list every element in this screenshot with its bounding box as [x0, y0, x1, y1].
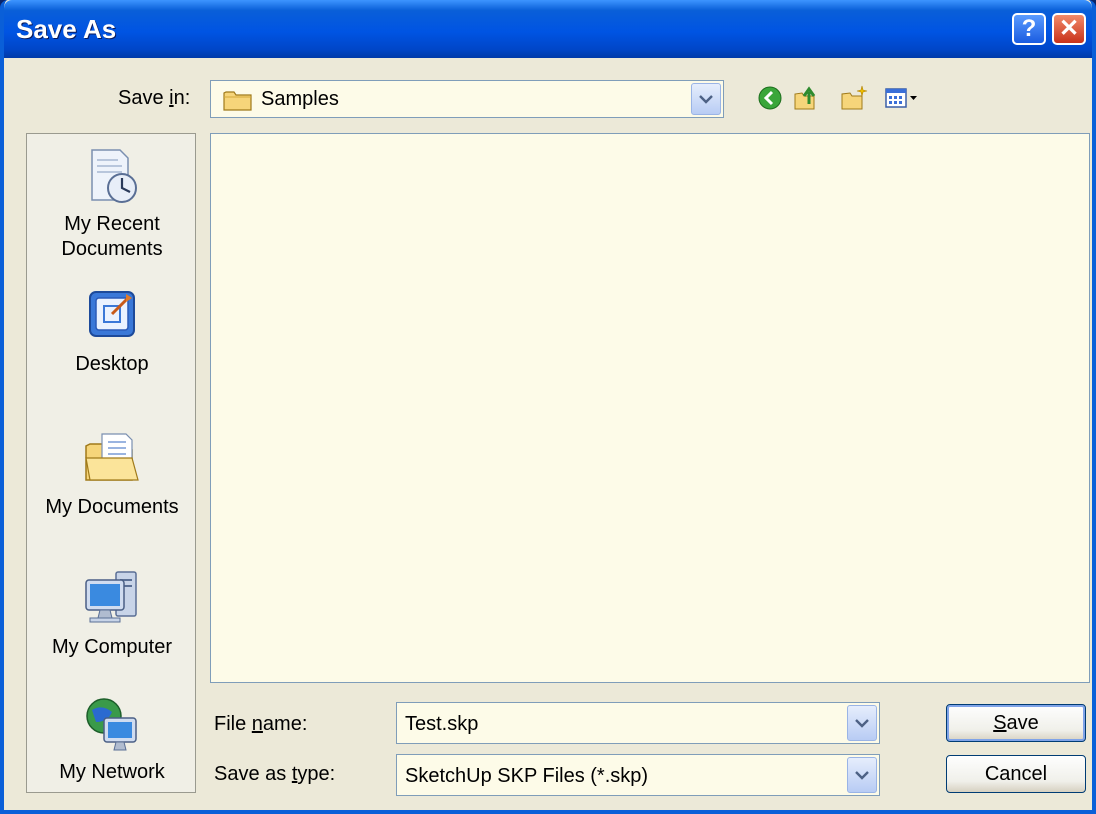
place-label: My Documents	[45, 496, 179, 518]
file-name-dropdown-button[interactable]	[847, 705, 877, 741]
place-my-computer[interactable]: My Computer	[27, 558, 197, 670]
file-name-value: Test.skp	[405, 713, 479, 735]
up-folder-icon[interactable]	[792, 84, 820, 112]
save-as-dialog: Save As ? ✕ Save in: Samples My Recent D…	[0, 0, 1096, 814]
save-as-type-dropdown[interactable]: SketchUp SKP Files (*.skp)	[396, 754, 880, 796]
place-label: My Network	[59, 761, 165, 783]
recent-documents-icon	[91, 149, 137, 203]
new-folder-icon[interactable]	[840, 84, 868, 112]
place-label-line1: My Recent	[64, 213, 160, 235]
close-icon: ✕	[1058, 15, 1080, 42]
close-button[interactable]: ✕	[1052, 13, 1086, 45]
save-as-type-dropdown-button[interactable]	[847, 757, 877, 793]
window-title: Save As	[16, 14, 117, 44]
place-label-line2: Documents	[61, 238, 163, 260]
place-desktop[interactable]: Desktop	[27, 278, 197, 388]
place-label: My Recent Documents	[27, 212, 197, 262]
save-in-label: Save in:	[118, 87, 191, 109]
save-in-value: Samples	[261, 88, 339, 110]
save-in-dropdown[interactable]: Samples	[210, 80, 724, 118]
my-network-icon	[86, 698, 137, 751]
views-menu-icon[interactable]	[884, 84, 920, 112]
place-my-recent-documents[interactable]: My Recent Documents	[27, 142, 197, 268]
title-bar[interactable]: Save As ? ✕	[4, 0, 1092, 58]
save-as-type-value: SketchUp SKP Files (*.skp)	[405, 765, 649, 787]
file-list[interactable]	[210, 133, 1090, 683]
folder-icon	[223, 91, 252, 111]
chevron-down-icon	[699, 95, 713, 104]
save-in-dropdown-button[interactable]	[691, 83, 721, 115]
place-label: My Computer	[51, 636, 173, 658]
help-button[interactable]: ?	[1012, 13, 1046, 45]
back-icon[interactable]	[756, 84, 784, 112]
save-button[interactable]: Save	[946, 704, 1086, 742]
save-as-type-label: Save as type:	[214, 763, 336, 785]
file-name-input[interactable]: Test.skp	[396, 702, 880, 744]
place-my-network[interactable]: My Network	[27, 694, 197, 790]
chevron-down-icon	[855, 719, 869, 728]
place-my-documents[interactable]: My Documents	[27, 418, 197, 530]
chevron-down-icon	[855, 771, 869, 780]
desktop-icon	[89, 291, 135, 337]
place-label: Desktop	[75, 353, 149, 375]
help-icon: ?	[1021, 15, 1037, 42]
cancel-button[interactable]: Cancel	[946, 755, 1086, 793]
my-documents-icon	[85, 433, 139, 481]
file-name-label: File name:	[214, 713, 308, 735]
places-bar: My Recent Documents Desktop My Documents	[26, 133, 196, 793]
my-computer-icon	[85, 571, 137, 623]
